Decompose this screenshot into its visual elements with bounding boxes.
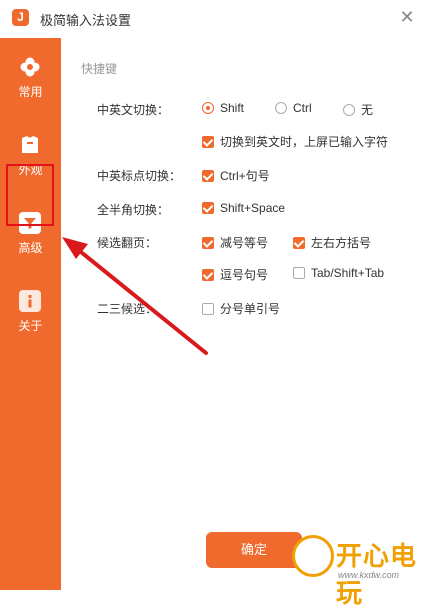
option-label: Shift+Space [220, 201, 286, 215]
tab-checkbox[interactable]: Tab/Shift+Tab [293, 266, 384, 280]
checkbox-checked-icon [202, 202, 214, 214]
title-bar: J 极简输入法设置 ✕ [0, 0, 429, 38]
option-label: 逗号句号 [220, 268, 269, 282]
window-title: 极简输入法设置 [40, 13, 132, 28]
info-icon [19, 290, 41, 312]
shift-radio[interactable]: Shift [202, 101, 244, 115]
checkbox-checked-icon [202, 135, 214, 148]
checkbox-checked-icon [202, 236, 214, 249]
option-label: Ctrl [293, 101, 312, 115]
watermark-url: www.kxdw.com [338, 570, 400, 580]
ctrl-period-checkbox[interactable]: Ctrl+句号 [202, 167, 270, 184]
close-icon: ✕ [399, 7, 415, 27]
sidebar-item-label: 关于 [18, 319, 43, 333]
checkbox-unchecked-icon [293, 267, 305, 279]
punct-switch-label: 中英标点切换： [97, 169, 182, 183]
option-label: 无 [361, 103, 374, 117]
sidebar: 常用 外观 高级 关于 [0, 38, 61, 590]
none-radio[interactable]: 无 [343, 101, 373, 118]
sidebar-item-label: 高级 [18, 241, 43, 255]
checkbox-checked-icon [202, 169, 214, 182]
commit-on-switch-checkbox[interactable]: 切换到英文时，上屏已输入字符 [202, 133, 388, 150]
option-label: 分号单引号 [220, 302, 281, 316]
option-label: 左右方括号 [311, 236, 372, 250]
radio-unchecked-icon [275, 102, 287, 114]
option-label: 切换到英文时，上屏已输入字符 [220, 135, 389, 149]
option-label: Ctrl+句号 [220, 169, 270, 183]
option-label: 减号等号 [220, 236, 269, 250]
shift-space-checkbox[interactable]: Shift+Space [202, 201, 285, 215]
semicolon-quote-checkbox[interactable]: 分号单引号 [202, 300, 280, 317]
cn-en-switch-label: 中英文切换： [97, 103, 170, 117]
app-logo: J [12, 9, 29, 26]
checkbox-checked-icon [202, 268, 214, 281]
section-title: 快捷键 [81, 62, 118, 76]
radio-unchecked-icon [343, 103, 355, 116]
brackets-checkbox[interactable]: 左右方括号 [293, 234, 371, 251]
minus-equal-checkbox[interactable]: 减号等号 [202, 234, 268, 251]
highlight-box [6, 164, 54, 226]
sidebar-item-common[interactable]: 常用 [0, 48, 61, 108]
option-label: Shift [220, 101, 245, 115]
flower-icon [20, 57, 40, 77]
mascot-icon [292, 535, 334, 577]
ok-button[interactable]: 确定 [206, 532, 302, 568]
checkbox-unchecked-icon [202, 302, 214, 315]
page-turn-label: 候选翻页： [97, 236, 158, 250]
ctrl-radio[interactable]: Ctrl [275, 101, 312, 115]
watermark-logo: 开心电玩 www.kxdw.com [290, 530, 429, 608]
second-third-label: 二三候选： [97, 302, 158, 316]
close-button[interactable]: ✕ [397, 7, 417, 27]
settings-panel: 快捷键 中英文切换： Shift Ctrl 无 切换到英文时，上屏已输入字符 中… [61, 38, 429, 590]
checkbox-checked-icon [293, 236, 305, 249]
width-switch-label: 全半角切换： [97, 203, 170, 217]
comma-period-checkbox[interactable]: 逗号句号 [202, 266, 268, 283]
shirt-icon [22, 136, 38, 153]
sidebar-item-about[interactable]: 关于 [0, 282, 61, 342]
sidebar-item-label: 常用 [18, 85, 43, 99]
option-label: Tab/Shift+Tab [311, 266, 385, 280]
radio-checked-icon [202, 102, 214, 114]
